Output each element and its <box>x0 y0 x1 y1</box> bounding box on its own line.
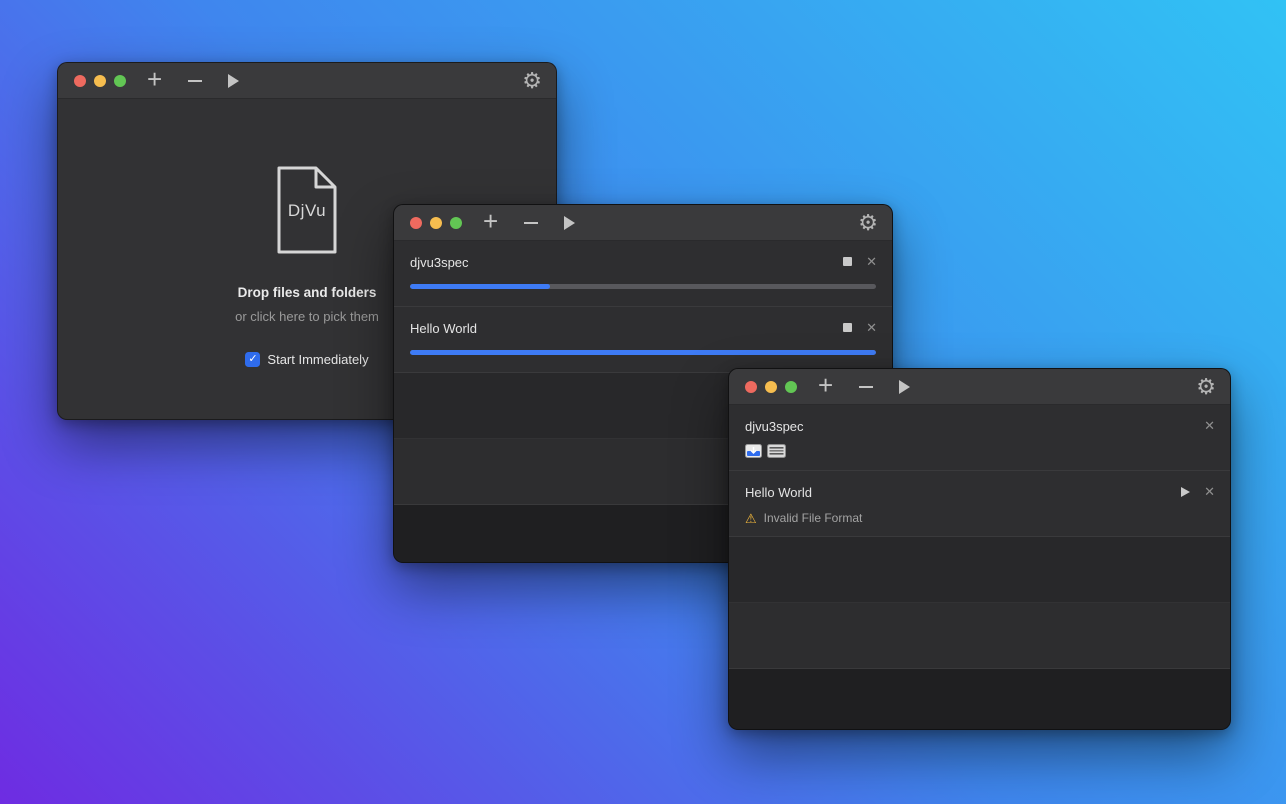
minus-icon <box>524 222 538 224</box>
progress-bar <box>410 284 876 289</box>
row-title: Hello World <box>410 321 477 336</box>
stop-icon[interactable] <box>843 257 852 266</box>
close-icon[interactable]: ✕ <box>866 255 877 268</box>
minimize-traffic-light[interactable] <box>94 75 106 87</box>
start-immediately-checkbox[interactable]: ✓ <box>245 352 260 367</box>
traffic-lights <box>74 75 126 87</box>
retry-play-icon[interactable] <box>1181 487 1190 497</box>
add-files-icon[interactable]: + <box>483 208 498 237</box>
row-title: Hello World <box>745 485 812 500</box>
zoom-traffic-light[interactable] <box>785 381 797 393</box>
progress-fill <box>410 350 876 355</box>
play-icon <box>899 380 910 394</box>
result-row[interactable]: Hello World ✕ ⚠ Invalid File Format <box>729 471 1230 537</box>
drop-title: Drop files and folders <box>238 285 377 300</box>
row-title: djvu3spec <box>410 255 469 270</box>
close-traffic-light[interactable] <box>745 381 757 393</box>
settings-gear-icon[interactable]: ⚙ <box>522 70 542 92</box>
start-all-icon[interactable] <box>228 74 239 88</box>
settings-gear-icon[interactable]: ⚙ <box>858 212 878 234</box>
start-immediately-row[interactable]: ✓ Start Immediately <box>245 352 368 367</box>
minus-icon <box>859 386 873 388</box>
list-background <box>729 669 1230 729</box>
results-list: djvu3spec ✕ <box>729 405 1230 729</box>
drop-subtitle-link[interactable]: or click here to pick them <box>235 309 379 324</box>
output-file-icon-2[interactable] <box>767 444 786 458</box>
error-status: ⚠ Invalid File Format <box>745 511 1214 525</box>
play-icon <box>228 74 239 88</box>
warning-icon: ⚠ <box>745 512 757 525</box>
stop-icon[interactable] <box>843 323 852 332</box>
output-files <box>745 444 1214 458</box>
start-all-icon[interactable] <box>899 380 910 394</box>
minimize-traffic-light[interactable] <box>765 381 777 393</box>
settings-gear-icon[interactable]: ⚙ <box>1196 376 1216 398</box>
result-row[interactable]: djvu3spec ✕ <box>729 405 1230 471</box>
djvu-document-icon: DjVu <box>271 165 343 255</box>
remove-icon[interactable] <box>188 80 202 82</box>
zoom-traffic-light[interactable] <box>450 217 462 229</box>
minus-icon <box>188 80 202 82</box>
row-title: djvu3spec <box>745 419 804 434</box>
remove-icon[interactable] <box>859 386 873 388</box>
conversion-row[interactable]: djvu3spec ✕ <box>394 241 892 307</box>
add-files-icon[interactable]: + <box>818 372 833 401</box>
progress-bar <box>410 350 876 355</box>
conversion-row[interactable]: Hello World ✕ <box>394 307 892 373</box>
progress-fill <box>410 284 550 289</box>
check-icon: ✓ <box>248 354 257 365</box>
close-traffic-light[interactable] <box>410 217 422 229</box>
empty-row <box>729 603 1230 669</box>
zoom-traffic-light[interactable] <box>114 75 126 87</box>
play-icon <box>564 216 575 230</box>
titlebar: + ⚙ <box>394 205 892 241</box>
traffic-lights <box>745 381 797 393</box>
close-traffic-light[interactable] <box>74 75 86 87</box>
close-icon[interactable]: ✕ <box>1204 485 1215 498</box>
start-all-icon[interactable] <box>564 216 575 230</box>
start-immediately-label: Start Immediately <box>267 352 368 367</box>
status-text: Invalid File Format <box>764 511 863 525</box>
traffic-lights <box>410 217 462 229</box>
desktop-background: + ⚙ DjVu Drop files and folders or click… <box>0 0 1286 804</box>
titlebar: + ⚙ <box>58 63 556 99</box>
minimize-traffic-light[interactable] <box>430 217 442 229</box>
close-icon[interactable]: ✕ <box>1204 419 1215 432</box>
empty-row <box>729 537 1230 603</box>
close-icon[interactable]: ✕ <box>866 321 877 334</box>
output-file-icon-1[interactable] <box>745 444 762 458</box>
add-files-icon[interactable]: + <box>147 66 162 95</box>
titlebar: + ⚙ <box>729 369 1230 405</box>
remove-icon[interactable] <box>524 222 538 224</box>
doc-icon-label: DjVu <box>271 201 343 221</box>
window-results-list: + ⚙ djvu3spec ✕ <box>728 368 1231 730</box>
